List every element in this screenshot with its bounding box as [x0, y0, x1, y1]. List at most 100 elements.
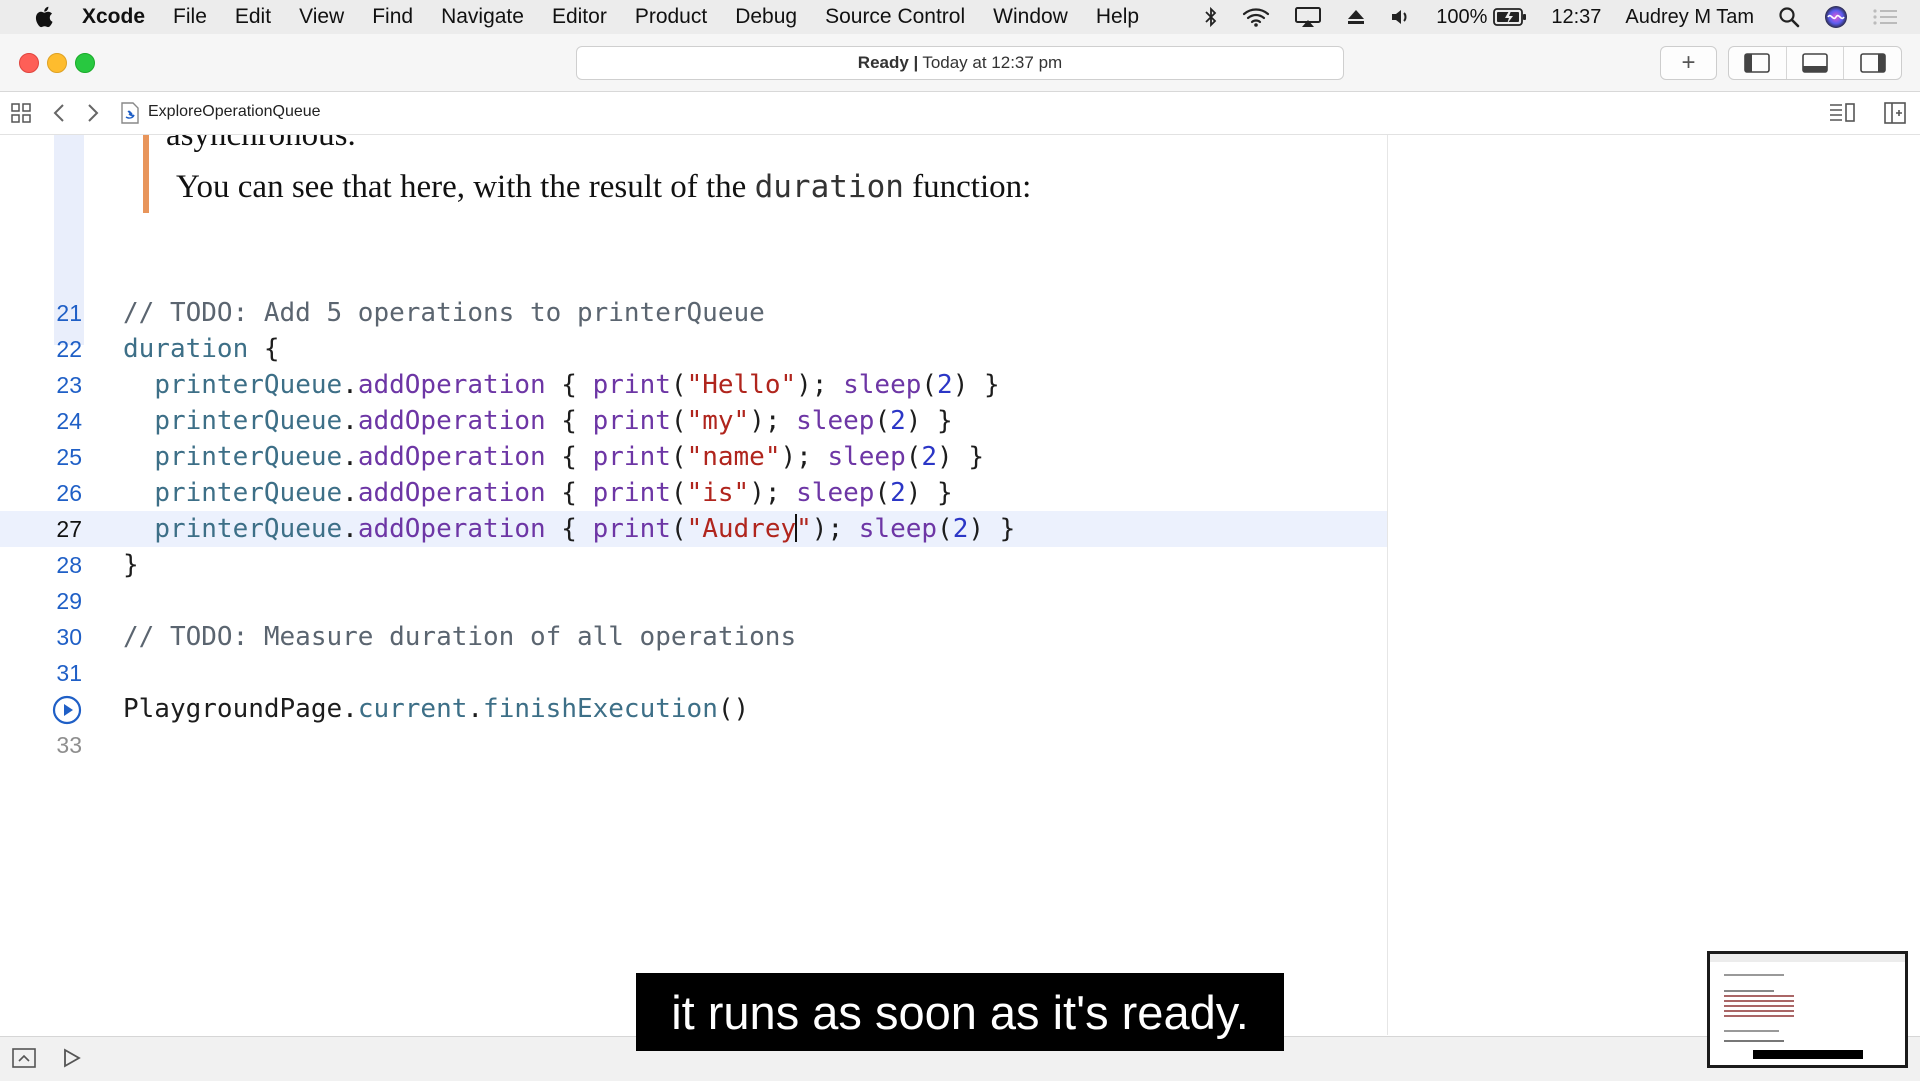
token-identifier: PlaygroundPage — [123, 694, 343, 724]
show-debug-area-icon[interactable] — [12, 1047, 36, 1074]
code-line-23[interactable]: 23 printerQueue.addOperation { print("He… — [0, 367, 1387, 403]
toggle-navigator-button[interactable] — [1729, 47, 1787, 79]
notification-center-icon[interactable] — [1872, 7, 1898, 27]
thumbnail-line — [1724, 995, 1794, 997]
token-string: "Hello" — [686, 370, 797, 400]
zoom-window-button[interactable] — [75, 53, 95, 73]
code-line-26[interactable]: 26 printerQueue.addOperation { print("is… — [0, 475, 1387, 511]
code-text: printerQueue.addOperation { print("Audre… — [123, 511, 1015, 547]
battery-percent[interactable]: 100% — [1436, 6, 1487, 29]
token-punct: { — [545, 442, 593, 472]
wifi-icon[interactable] — [1242, 7, 1270, 27]
apple-icon[interactable] — [30, 5, 60, 29]
menu-file[interactable]: File — [173, 5, 207, 29]
line-number[interactable]: 28 — [0, 547, 82, 583]
video-thumbnail[interactable] — [1707, 951, 1908, 1068]
eject-icon[interactable] — [1346, 8, 1366, 26]
clock[interactable]: 12:37 — [1551, 6, 1601, 29]
spotlight-icon[interactable] — [1778, 6, 1800, 28]
code-line-24[interactable]: 24 printerQueue.addOperation { print("my… — [0, 403, 1387, 439]
code-line-22[interactable]: 22 duration { — [0, 331, 1387, 367]
line-number[interactable]: 29 — [0, 583, 82, 619]
forward-chevron-icon[interactable] — [86, 102, 100, 129]
menu-product[interactable]: Product — [635, 5, 707, 29]
menu-help[interactable]: Help — [1096, 5, 1139, 29]
token-method: print — [592, 406, 671, 436]
thumbnail-line — [1724, 1010, 1794, 1012]
menu-app-xcode[interactable]: Xcode — [82, 5, 145, 29]
library-add-button[interactable]: + — [1660, 46, 1717, 80]
menu-editor[interactable]: Editor — [552, 5, 607, 29]
token-string: "is" — [686, 478, 750, 508]
siri-icon[interactable] — [1824, 5, 1848, 29]
menu-edit[interactable]: Edit — [235, 5, 271, 29]
volume-icon[interactable] — [1390, 7, 1412, 27]
token-identifier: printerQueue — [154, 442, 343, 472]
breadcrumb-file[interactable]: ExploreOperationQueue — [148, 103, 321, 121]
line-number[interactable]: 22 — [0, 331, 82, 367]
code-line-32[interactable]: PlaygroundPage.current.finishExecution() — [0, 691, 1387, 727]
menu-debug[interactable]: Debug — [735, 5, 797, 29]
toggle-debug-area-button[interactable] — [1787, 47, 1845, 79]
close-window-button[interactable] — [19, 53, 39, 73]
token-punct: . — [342, 478, 358, 508]
line-number[interactable]: 30 — [0, 619, 82, 655]
menu-view[interactable]: View — [299, 5, 344, 29]
bluetooth-icon[interactable] — [1204, 6, 1218, 28]
menu-navigate[interactable]: Navigate — [441, 5, 524, 29]
token-punct: { — [545, 478, 593, 508]
run-to-line-button[interactable] — [52, 695, 82, 725]
code-line-27-current[interactable]: 27 printerQueue.addOperation { print("Au… — [0, 511, 1387, 547]
token-punct: ( — [670, 370, 687, 400]
line-number[interactable]: 23 — [0, 367, 82, 403]
line-number[interactable]: 21 — [0, 295, 82, 331]
code-line-29[interactable]: 29 — [0, 583, 1387, 619]
code-line-25[interactable]: 25 printerQueue.addOperation { print("na… — [0, 439, 1387, 475]
back-chevron-icon[interactable] — [52, 102, 66, 129]
code-line-28[interactable]: 28 } — [0, 547, 1387, 583]
markup-quote-bar — [143, 135, 149, 213]
related-items-icon[interactable] — [10, 102, 32, 129]
token-number: 2 — [890, 478, 906, 508]
code-text: printerQueue.addOperation { print("Hello… — [123, 367, 999, 403]
token-punct: ); — [796, 370, 844, 400]
line-number[interactable]: 27 — [0, 511, 82, 547]
line-number[interactable]: 25 — [0, 439, 82, 475]
right-sidebar-icon — [1859, 53, 1886, 73]
toggle-inspector-button[interactable] — [1844, 47, 1901, 79]
activity-viewer: Ready | Today at 12:37 pm — [576, 46, 1344, 80]
menu-source-control[interactable]: Source Control — [825, 5, 965, 29]
code-line-31[interactable]: 31 — [0, 655, 1387, 691]
user-name[interactable]: Audrey M Tam — [1625, 6, 1754, 29]
code-line-21[interactable]: 21 // TODO: Add 5 operations to printerQ… — [0, 295, 1387, 331]
line-number[interactable]: 31 — [0, 655, 82, 691]
token-method: print — [592, 514, 671, 544]
execute-playground-icon[interactable] — [62, 1047, 82, 1074]
minimize-window-button[interactable] — [47, 53, 67, 73]
add-editor-icon[interactable] — [1884, 102, 1906, 129]
line-number[interactable]: 26 — [0, 475, 82, 511]
comment: // TODO: Measure duration of all operati… — [123, 622, 797, 652]
menu-find[interactable]: Find — [372, 5, 413, 29]
token-punct: . — [342, 514, 358, 544]
line-number[interactable]: 24 — [0, 403, 82, 439]
thumbnail-line — [1724, 1030, 1779, 1032]
token-method: print — [592, 370, 671, 400]
bottom-panel-icon — [1802, 53, 1828, 73]
token-punct: . — [342, 694, 358, 724]
token-method: addOperation — [357, 406, 546, 436]
token-punct: ) } — [968, 514, 1016, 544]
code-line-30[interactable]: 30 // TODO: Measure duration of all oper… — [0, 619, 1387, 655]
code-line-33[interactable]: 33 — [0, 727, 1387, 763]
line-number[interactable]: 33 — [0, 727, 82, 763]
airplay-icon[interactable] — [1294, 6, 1322, 28]
minimap-toggle-icon[interactable] — [1828, 102, 1856, 127]
menu-window[interactable]: Window — [993, 5, 1068, 29]
token-punct: ( — [905, 442, 922, 472]
source-editor[interactable]: asynchronous. You can see that here, wit… — [0, 135, 1387, 1035]
token-punct: ( — [670, 514, 687, 544]
battery-icon[interactable] — [1493, 8, 1527, 26]
